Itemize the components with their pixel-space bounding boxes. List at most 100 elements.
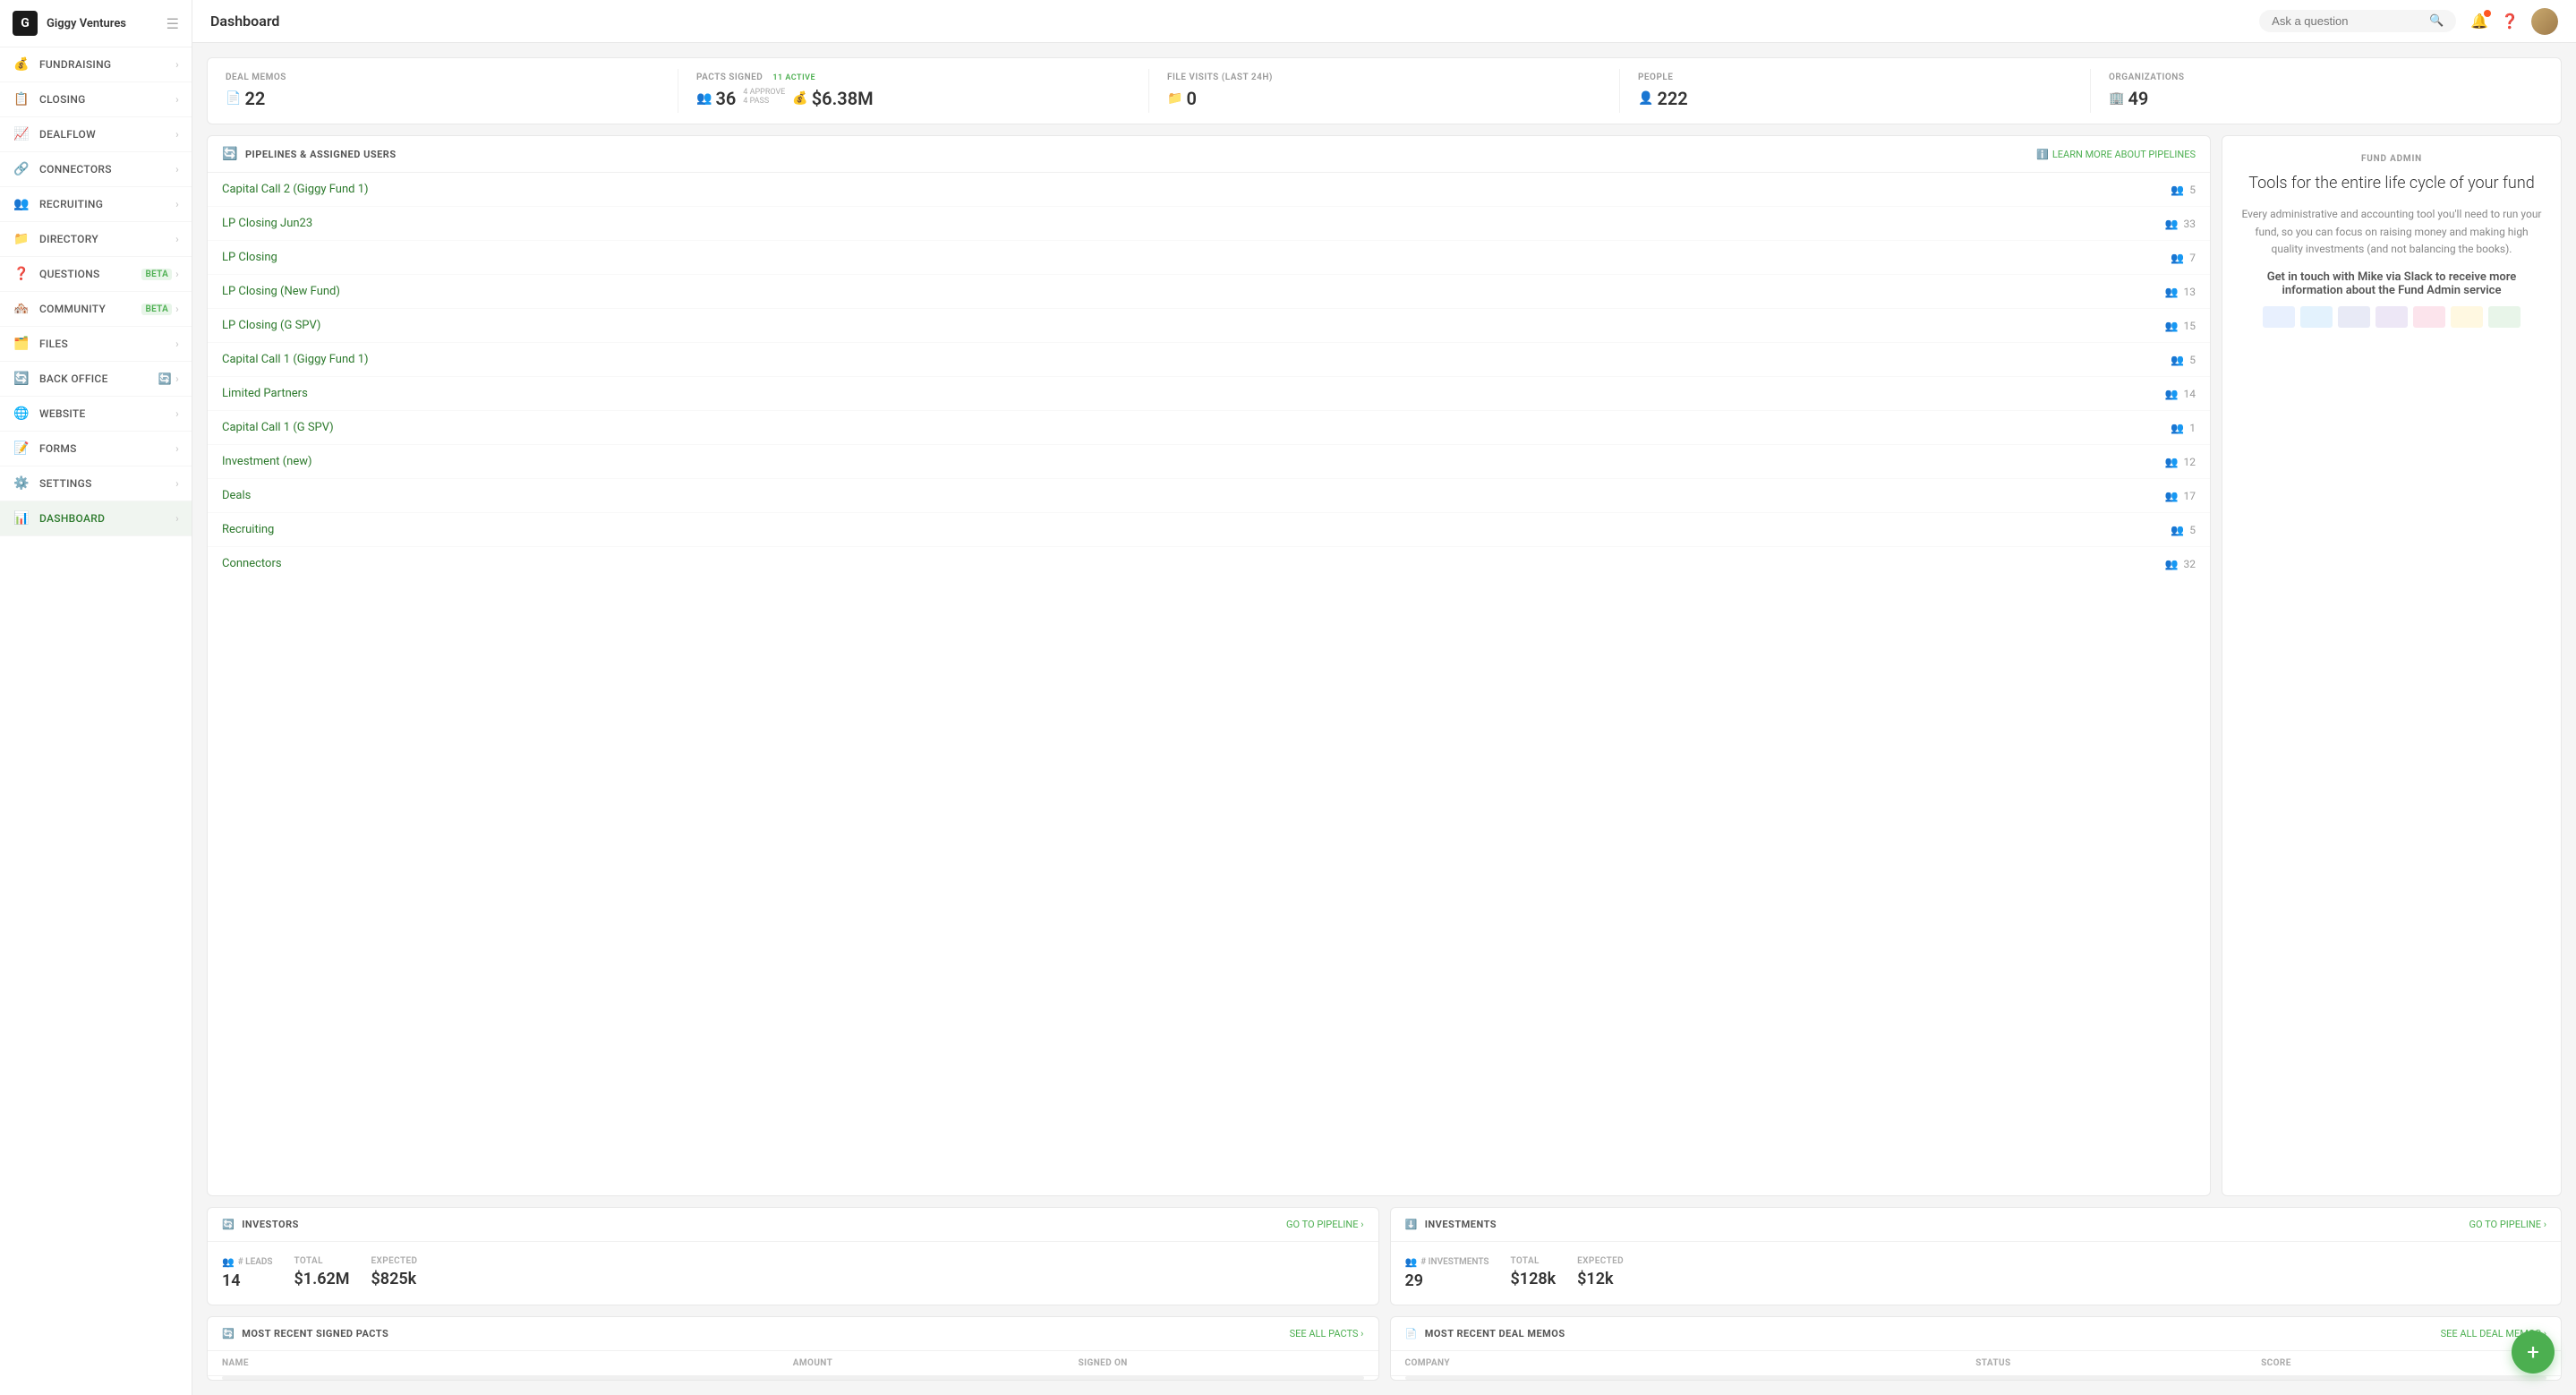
forms-icon: 📝 [13, 440, 30, 458]
help-icon[interactable]: ❓ [2501, 13, 2519, 30]
sidebar-item-directory[interactable]: 📁 DIRECTORY › [0, 222, 192, 257]
sidebar-item-website[interactable]: 🌐 WEBSITE › [0, 397, 192, 432]
deal-memos-icon: 📄 [226, 91, 241, 106]
leads-icon: 👥 [222, 1256, 235, 1268]
pipeline-item[interactable]: Capital Call 1 (G SPV) 👥 1 [208, 411, 2210, 445]
notifications-icon[interactable]: 🔔 [2470, 13, 2488, 30]
sidebar-item-recruiting[interactable]: 👥 RECRUITING › [0, 187, 192, 222]
pipeline-name: LP Closing [222, 251, 277, 264]
sidebar-item-files[interactable]: 🗂️ FILES › [0, 327, 192, 362]
pacts-icon: 👥 [696, 91, 712, 106]
investments-pipeline-link[interactable]: GO TO PIPELINE › [2469, 1219, 2546, 1230]
memos-col-status: STATUS [1975, 1358, 2261, 1368]
sidebar: G Giggy Ventures ☰ 💰 FUNDRAISING › 📋 CLO… [0, 0, 192, 1395]
app-logo[interactable]: G [13, 11, 38, 36]
pipeline-item[interactable]: Capital Call 2 (Giggy Fund 1) 👥 5 [208, 173, 2210, 207]
directory-arrow: › [175, 233, 179, 245]
pipeline-name: LP Closing Jun23 [222, 217, 312, 230]
stats-bar: DEAL MEMOS 📄 22 PACTS SIGNED 11 ACTIVE 👥… [207, 57, 2562, 124]
recruiting-icon: 👥 [13, 195, 30, 213]
fund-admin-panel: FUND ADMIN Tools for the entire life cyc… [2222, 135, 2562, 1196]
files-icon: 🗂️ [13, 335, 30, 353]
sidebar-item-closing[interactable]: 📋 CLOSING › [0, 82, 192, 117]
recruiting-arrow: › [175, 198, 179, 210]
pipeline-users-icon: 👥 [2165, 320, 2179, 332]
pipeline-item[interactable]: Capital Call 1 (Giggy Fund 1) 👥 5 [208, 343, 2210, 377]
sidebar-item-settings[interactable]: ⚙️ SETTINGS › [0, 466, 192, 501]
pipeline-item[interactable]: Deals 👥 17 [208, 479, 2210, 513]
investors-pipeline-link[interactable]: GO TO PIPELINE › [1286, 1219, 1363, 1230]
investors-panel: 🔄 INVESTORS GO TO PIPELINE › 👥 # LEADS 1… [207, 1207, 1379, 1305]
content-area: DEAL MEMOS 📄 22 PACTS SIGNED 11 ACTIVE 👥… [192, 43, 2576, 1395]
pipeline-users-icon: 👥 [2171, 354, 2184, 366]
dashboard-arrow: › [175, 512, 179, 525]
pipeline-count-value: 5 [2189, 354, 2196, 366]
pipeline-item[interactable]: Investment (new) 👥 12 [208, 445, 2210, 479]
investors-total: TOTAL $1.62M [294, 1256, 350, 1290]
main-content: Dashboard 🔍 🔔 ❓ DEAL MEMOS 📄 22 [192, 0, 2576, 1395]
pipeline-item[interactable]: LP Closing (New Fund) 👥 13 [208, 275, 2210, 309]
pipeline-count-value: 1 [2189, 422, 2196, 434]
pipeline-item[interactable]: LP Closing 👥 7 [208, 241, 2210, 275]
see-all-pacts-link[interactable]: SEE ALL PACTS › [1290, 1328, 1364, 1339]
pipeline-users-icon: 👥 [2165, 218, 2179, 230]
partner-logo-7 [2488, 306, 2521, 328]
pipeline-count: 👥 14 [2165, 388, 2196, 400]
sidebar-item-questions[interactable]: ❓ QUESTIONS BETA › [0, 257, 192, 292]
sidebar-label-files: FILES [39, 338, 175, 350]
stat-organizations: ORGANIZATIONS 🏢 49 [2091, 69, 2561, 113]
fundraising-icon: 💰 [13, 56, 30, 73]
fab-button[interactable]: + [2512, 1331, 2555, 1374]
sidebar-item-connectors[interactable]: 🔗 CONNECTORS › [0, 152, 192, 187]
sidebar-item-forms[interactable]: 📝 FORMS › [0, 432, 192, 466]
sidebar-item-community[interactable]: 🏘️ COMMUNITY BETA › [0, 292, 192, 327]
stat-deal-memos: DEAL MEMOS 📄 22 [208, 69, 678, 113]
notification-badge [2484, 10, 2491, 17]
fund-admin-logos [2240, 306, 2543, 328]
pipeline-item[interactable]: Limited Partners 👥 14 [208, 377, 2210, 411]
stat-file-visits: FILE VISITS (last 24h) 📁 0 [1149, 69, 1620, 113]
pipeline-users-icon: 👥 [2171, 252, 2184, 264]
deal-memos-value: 📄 22 [226, 88, 660, 109]
deal-memos-table-header: COMPANY STATUS SCORE [1391, 1351, 2562, 1376]
learn-more-pipelines[interactable]: ℹ️ LEARN MORE ABOUT PIPELINES [2036, 149, 2196, 160]
sidebar-item-back-office[interactable]: 🔄 BACK OFFICE 🔄 › [0, 362, 192, 397]
pipeline-item[interactable]: LP Closing Jun23 👥 33 [208, 207, 2210, 241]
back-office-icon: 🔄 [13, 370, 30, 388]
file-visits-value: 📁 0 [1167, 88, 1601, 109]
pipeline-count-value: 12 [2184, 456, 2196, 468]
investments-metrics: 👥 # INVESTMENTS 29 TOTAL $128k EXPECTED … [1391, 1242, 2562, 1305]
community-arrow: › [175, 303, 179, 315]
search-input[interactable] [2272, 14, 2422, 28]
pipeline-item[interactable]: Connectors 👥 32 [208, 547, 2210, 580]
pipeline-count: 👥 33 [2165, 218, 2196, 230]
deal-memos-header: 📄 MOST RECENT DEAL MEMOS SEE ALL DEAL ME… [1391, 1317, 2562, 1351]
sidebar-label-directory: DIRECTORY [39, 233, 175, 245]
investments-header: ⬇️ INVESTMENTS GO TO PIPELINE › [1391, 1208, 2562, 1242]
back-office-arrow: › [175, 372, 179, 385]
pipeline-item[interactable]: Recruiting 👥 5 [208, 513, 2210, 547]
sidebar-toggle[interactable]: ☰ [166, 15, 179, 32]
sidebar-item-dashboard[interactable]: 📊 DASHBOARD › [0, 501, 192, 536]
investments-count: 👥 # INVESTMENTS 29 [1405, 1256, 1489, 1290]
stat-pacts-signed: PACTS SIGNED 11 ACTIVE 👥 36 4 APPROVE 4 … [678, 69, 1149, 113]
sidebar-label-dashboard: DASHBOARD [39, 512, 175, 525]
sidebar-label-community: COMMUNITY [39, 303, 141, 315]
sidebar-label-fundraising: FUNDRAISING [39, 58, 175, 71]
pipeline-users-icon: 👥 [2165, 558, 2179, 570]
sidebar-item-dealflow[interactable]: 📈 DEALFLOW › [0, 117, 192, 152]
pipeline-item[interactable]: LP Closing (G SPV) 👥 15 [208, 309, 2210, 343]
investments-count-icon: 👥 [1405, 1256, 1418, 1268]
user-avatar[interactable] [2531, 8, 2558, 35]
community-badge: BETA [141, 304, 172, 315]
investors-title: 🔄 INVESTORS [222, 1219, 299, 1230]
sidebar-item-fundraising[interactable]: 💰 FUNDRAISING › [0, 47, 192, 82]
pacts-col-signed: SIGNED ON [1079, 1358, 1364, 1368]
fund-admin-highlight: Get in touch with Mike via Slack to rece… [2240, 270, 2543, 297]
pipeline-name: Capital Call 2 (Giggy Fund 1) [222, 183, 369, 196]
signed-pacts-header: 🔄 MOST RECENT SIGNED PACTS SEE ALL PACTS… [208, 1317, 1378, 1351]
dashboard-icon: 📊 [13, 509, 30, 527]
pipeline-users-icon: 👥 [2165, 286, 2179, 298]
sidebar-label-website: WEBSITE [39, 407, 175, 420]
pacts-col-name: NAME [222, 1358, 793, 1368]
